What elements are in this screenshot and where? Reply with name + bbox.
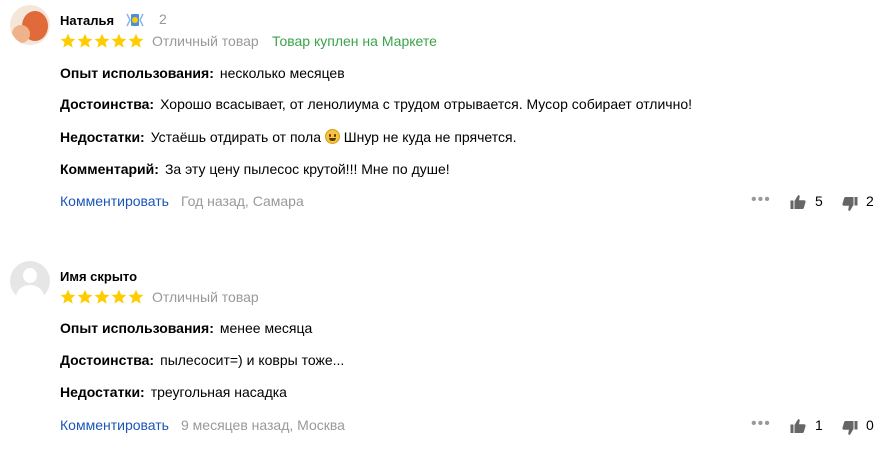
comment-button[interactable]: Комментировать	[60, 193, 169, 209]
star-icon	[111, 33, 127, 48]
ellipsis-icon[interactable]: •••	[751, 415, 771, 433]
comment-row: Комментарий: За эту цену пылесос крутой!!…	[60, 161, 450, 177]
likes-count: 1	[815, 417, 823, 433]
thumbs-up-icon[interactable]	[790, 194, 806, 210]
thumbs-up-icon[interactable]	[790, 418, 806, 434]
star-icon	[111, 289, 127, 304]
smile-emoji-icon	[324, 129, 340, 144]
pros-row: Достоинства: пылесосит=) и ковры тоже...	[60, 352, 344, 368]
pros-label: Достоинства:	[60, 96, 155, 112]
usage-value: несколько месяцев	[219, 65, 345, 81]
review-card: Наталья 2 Отличный товар Товар куплен на…	[0, 0, 894, 230]
star-icon	[94, 33, 110, 48]
author-avatar	[10, 261, 50, 301]
cons-label: Недостатки:	[60, 384, 145, 400]
usage-row: Опыт использования: менее месяца	[60, 320, 312, 336]
star-icon	[77, 289, 93, 304]
comment-button[interactable]: Комментировать	[60, 417, 169, 433]
review-card: Имя скрыто Отличный товар Опыт использов…	[0, 255, 894, 461]
author-name[interactable]: Наталья	[60, 13, 114, 28]
grade-text: Отличный товар	[152, 289, 259, 305]
grade-text: Отличный товар	[152, 33, 259, 49]
thumbs-down-icon[interactable]	[842, 420, 858, 436]
dislikes-count: 2	[866, 193, 874, 209]
star-icon	[60, 33, 76, 48]
verified-purchase-label: Товар куплен на Маркете	[272, 33, 437, 49]
cons-value: Устаёшь отдирать от пола	[150, 129, 321, 145]
pros-row: Достоинства: Хорошо всасывает, от ленолиу…	[60, 96, 692, 112]
cons-value-tail: Шнур не куда не прячется.	[343, 129, 517, 145]
dislikes-count: 0	[866, 417, 874, 433]
star-icon	[94, 289, 110, 304]
thumbs-down-icon[interactable]	[842, 196, 858, 212]
usage-value: менее месяца	[219, 320, 313, 336]
usage-label: Опыт использования:	[60, 320, 214, 336]
comment-label: Комментарий:	[60, 161, 159, 177]
usage-row: Опыт использования: несколько месяцев	[60, 65, 345, 81]
usage-label: Опыт использования:	[60, 65, 214, 81]
cons-label: Недостатки:	[60, 129, 145, 145]
achievement-badge-icon[interactable]	[124, 12, 146, 28]
comment-value: За эту цену пылесос крутой!!! Мне по душ…	[164, 161, 450, 177]
star-icon	[60, 289, 76, 304]
badge-count: 2	[159, 11, 167, 27]
star-icon	[128, 33, 144, 48]
review-date-location: Год назад, Самара	[181, 193, 304, 209]
cons-row: Недостатки: Устаёшь отдирать от пола Шнур…	[60, 129, 516, 145]
author-avatar[interactable]	[10, 5, 50, 45]
rating-stars	[60, 33, 144, 49]
cons-row: Недостатки: треугольная насадка	[60, 384, 287, 400]
star-icon	[128, 289, 144, 304]
ellipsis-icon[interactable]: •••	[751, 191, 771, 209]
star-icon	[77, 33, 93, 48]
likes-count: 5	[815, 193, 823, 209]
pros-label: Достоинства:	[60, 352, 155, 368]
pros-value: пылесосит=) и ковры тоже...	[160, 352, 345, 368]
cons-value: треугольная насадка	[150, 384, 287, 400]
author-name: Имя скрыто	[60, 269, 138, 284]
review-date-location: 9 месяцев назад, Москва	[181, 417, 345, 433]
rating-stars	[60, 289, 144, 305]
pros-value: Хорошо всасывает, от ленолиума с трудом …	[160, 96, 692, 112]
